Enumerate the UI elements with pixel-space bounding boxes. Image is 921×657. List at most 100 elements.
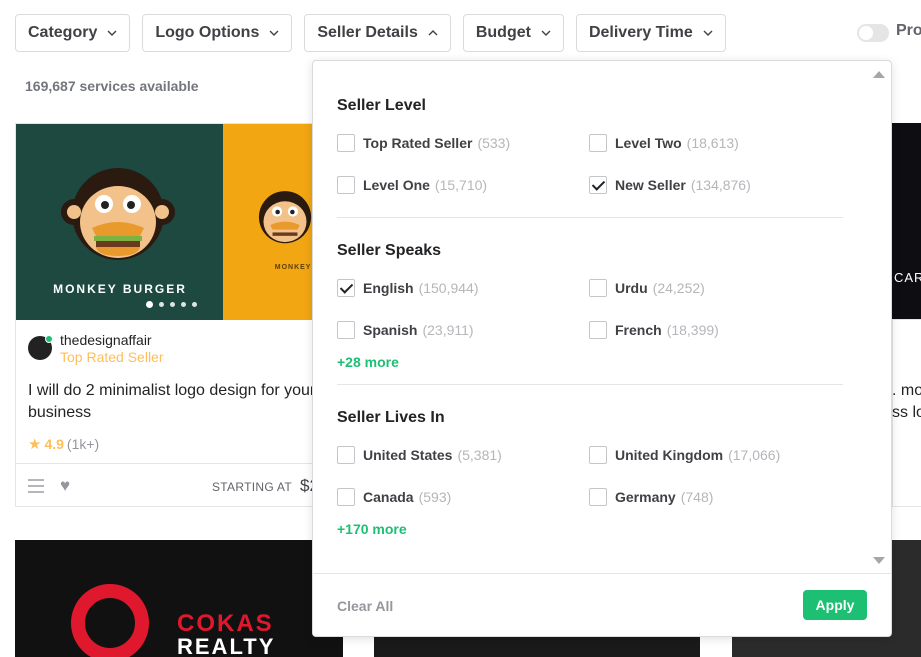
checkbox[interactable] [589,321,607,339]
filter-seller-details-button[interactable]: Seller Details [304,14,451,52]
gig-card[interactable]: MONKEY BURGER MONKEY BURG thedesignaffai… [15,123,343,507]
option-label: Top Rated Seller [363,135,473,151]
filter-label: Seller Details [317,24,418,41]
checkbox[interactable] [337,134,355,152]
option-new-seller[interactable]: New Seller (134,876) [589,176,751,194]
checkbox-checked[interactable] [589,176,607,194]
option-french[interactable]: French (18,399) [589,321,719,339]
checkbox[interactable] [589,488,607,506]
gig-title[interactable]: I will do 2 minimalist logo design for y… [28,380,328,424]
option-count: (15,710) [434,177,488,193]
option-germany[interactable]: Germany (748) [589,488,713,506]
carousel-dot[interactable] [159,302,164,307]
section-title: Seller Level [337,97,426,114]
option-label: French [615,322,662,338]
gig-title-fragment: ss lo [892,404,921,421]
gig-title[interactable]: . mo ss lo [892,380,921,424]
show-more-countries-link[interactable]: +170 more [337,521,407,537]
option-label: Spanish [363,322,418,338]
option-label: United Kingdom [615,447,724,463]
option-united-kingdom[interactable]: United Kingdom (17,066) [589,446,780,464]
online-indicator [45,335,53,343]
filter-label: Logo Options [155,24,260,41]
checkbox[interactable] [337,488,355,506]
option-label: New Seller [615,177,686,193]
filter-budget-button[interactable]: Budget [462,14,564,52]
option-label: Germany [615,489,676,505]
rating-score: 4.9 [44,436,64,452]
gig-card-thumbnail[interactable] [892,123,921,319]
carousel-dots[interactable] [146,301,197,308]
option-count: (593) [418,489,452,505]
option-label: Urdu [615,280,648,296]
carousel-dot[interactable] [170,302,175,307]
option-count: (18,399) [666,322,719,338]
seller-details-dropdown: Seller Level Top Rated Seller (533) Leve… [312,60,892,637]
checkbox-checked[interactable] [337,279,355,297]
pro-services-toggle[interactable] [857,24,889,42]
chevron-down-icon [269,30,279,36]
chevron-down-icon [541,30,551,36]
gig-thumbnail[interactable]: MONKEY BURGER MONKEY BURG [16,124,342,320]
carousel-dot[interactable] [181,302,186,307]
option-spanish[interactable]: Spanish (23,911) [337,321,474,339]
filter-label: Delivery Time [588,24,693,41]
rating-count: (1k+) [66,436,100,452]
seller-name[interactable]: thedesignaffair [60,332,164,348]
option-label: Level Two [615,135,682,151]
thumbnail-caption: REALTY [177,634,276,657]
carousel-dot[interactable] [192,302,197,307]
apply-button[interactable]: Apply [803,590,867,620]
option-count: (533) [477,135,511,151]
scroll-up-arrow-icon[interactable] [873,71,885,78]
starting-at-label: STARTING AT [212,480,292,494]
filter-logo-options-button[interactable]: Logo Options [142,14,293,52]
scroll-down-arrow-icon[interactable] [873,557,885,564]
option-english[interactable]: English (150,944) [337,279,479,297]
checkbox[interactable] [337,321,355,339]
option-top-rated-seller[interactable]: Top Rated Seller (533) [337,134,510,152]
results-count: 169,687 services available [25,78,199,94]
filter-label: Budget [475,24,531,41]
option-count: (748) [680,489,714,505]
checkbox[interactable] [337,176,355,194]
option-label: Canada [363,489,414,505]
filter-bar: Category Logo Options Seller Details Bud… [15,14,738,52]
filter-label: Category [28,24,98,41]
section-title: Seller Lives In [337,409,445,426]
gig-card[interactable]: COKAS REALTY [15,540,343,657]
results-count-suffix: services available [79,78,199,94]
chevron-down-icon [107,30,117,36]
show-more-languages-link[interactable]: +28 more [337,354,399,370]
option-level-two[interactable]: Level Two (18,613) [589,134,739,152]
checkbox[interactable] [589,279,607,297]
checkbox[interactable] [589,446,607,464]
seller-info-row: thedesignaffair Top Rated Seller [28,332,164,365]
filter-delivery-time-button[interactable]: Delivery Time [575,14,726,52]
seller-lives-in-section: Seller Lives In [337,409,843,427]
thumbnail-caption: CAR [894,270,921,285]
checkbox[interactable] [337,446,355,464]
clear-all-button[interactable]: Clear All [337,598,393,614]
option-count: (23,911) [422,322,474,338]
filter-category-button[interactable]: Category [15,14,131,52]
seller-speaks-section: Seller Speaks [337,242,843,260]
pro-services-label: Pro [896,22,921,39]
option-urdu[interactable]: Urdu (24,252) [589,279,705,297]
menu-icon[interactable] [28,478,44,493]
option-united-states[interactable]: United States (5,381) [337,446,502,464]
checkbox[interactable] [589,134,607,152]
option-canada[interactable]: Canada (593) [337,488,451,506]
option-count: (24,252) [652,280,705,296]
option-count: (134,876) [690,177,751,193]
monkey-burger-logo [61,168,175,260]
option-label: English [363,280,414,296]
heart-icon[interactable]: ♥ [60,476,70,496]
avatar[interactable] [28,335,53,360]
divider [337,384,843,385]
carousel-dot[interactable] [146,301,153,308]
seller-level-section: Seller Level [337,97,843,115]
option-count: (17,066) [728,447,781,463]
thumbnail-caption: MONKEY BURGER [53,282,187,296]
option-level-one[interactable]: Level One (15,710) [337,176,487,194]
